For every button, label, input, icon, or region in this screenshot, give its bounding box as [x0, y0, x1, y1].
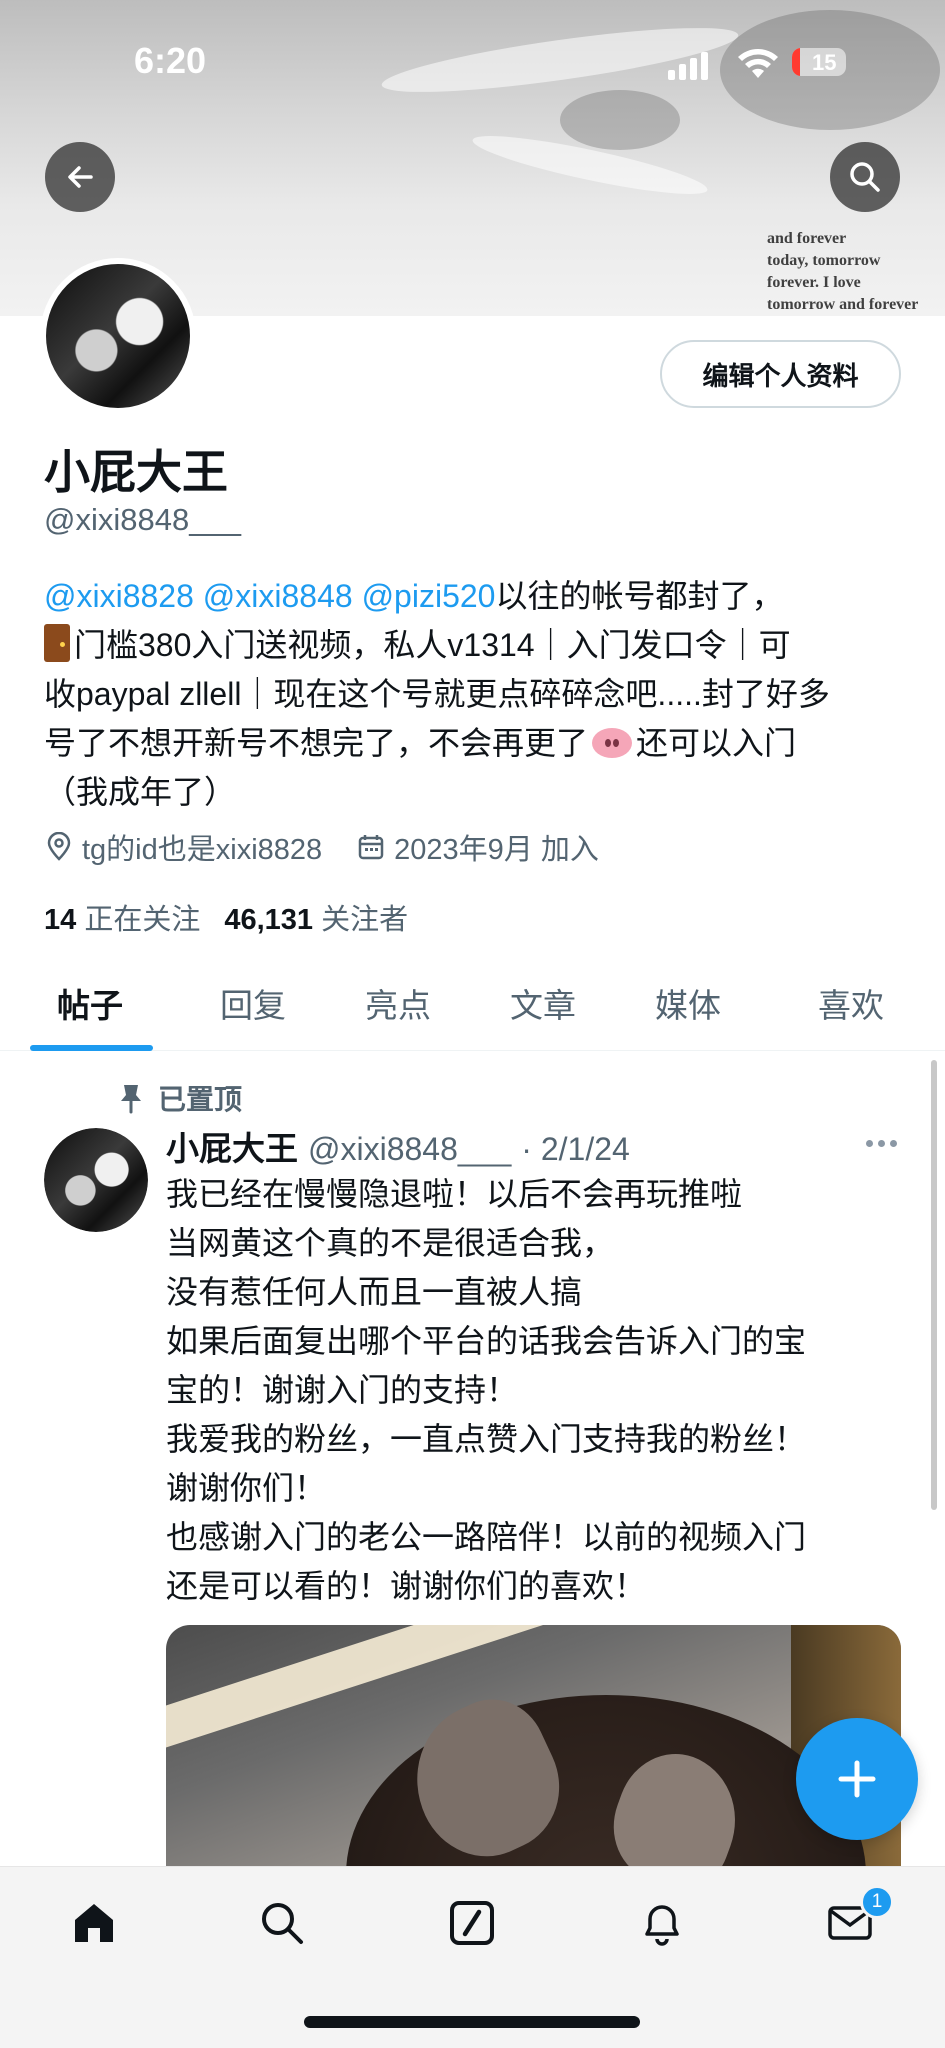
bio-text: 收paypal zllell｜现在这个号就更点碎碎念吧.....封了好多: [44, 676, 830, 712]
bio-text: （我成年了）: [44, 774, 237, 810]
tweet-author-name[interactable]: 小屁大王: [166, 1122, 298, 1170]
profile-meta: tg的id也是xixi8828 2023年9月 加入: [44, 826, 633, 868]
tab-articles[interactable]: 文章: [510, 979, 576, 1027]
messages-badge: 1: [860, 1885, 894, 1919]
follow-stats: 14 正在关注 46,131 关注者: [44, 896, 408, 938]
profile-location: tg的id也是xixi8828: [82, 834, 323, 866]
banner-text: and forever today, tomorrow forever. I l…: [767, 230, 919, 313]
door-emoji-icon: [44, 624, 70, 662]
nav-compose[interactable]: [442, 1893, 502, 1953]
tweet-avatar[interactable]: [44, 1128, 148, 1232]
more-options-icon[interactable]: [866, 1140, 897, 1147]
bio-text: 号了不想开新号不想完了，不会再更了: [44, 725, 589, 761]
mention-link[interactable]: @xixi8848: [203, 578, 353, 614]
home-indicator[interactable]: [304, 2016, 640, 2028]
scrollbar[interactable]: [931, 1060, 937, 1510]
pinned-indicator: 已置顶: [118, 1078, 242, 1118]
bell-icon: [645, 1905, 679, 1946]
pig-nose-emoji-icon: [592, 728, 633, 758]
status-bar: 6:20 15: [0, 0, 945, 130]
pin-icon: [121, 1085, 141, 1114]
compose-icon: [450, 1901, 494, 1945]
bio-text: 还可以入门: [636, 725, 797, 761]
profile-handle: @xixi8848___: [44, 502, 241, 537]
search-icon: [262, 1903, 303, 1944]
following-link[interactable]: 14 正在关注: [44, 896, 200, 938]
tweet-header: 小屁大王 @xixi8848___ · 2/1/24: [166, 1122, 630, 1170]
compose-fab-button[interactable]: [796, 1718, 918, 1840]
bio-text: 以往的帐号都封了，: [495, 578, 784, 614]
battery-percent: 15: [812, 50, 837, 75]
edit-profile-button[interactable]: 编辑个人资料: [660, 340, 901, 408]
profile-bio: @xixi8828 @xixi8848 @pizi520以往的帐号都封了， 门槛…: [44, 572, 914, 817]
tweet-text[interactable]: 我已经在慢慢隐退啦！以后不会再玩推啦 当网黄这个真的不是很适合我， 没有惹任何人…: [166, 1170, 906, 1611]
search-button[interactable]: [830, 142, 900, 212]
battery-icon: 15: [792, 48, 846, 76]
home-icon: [75, 1904, 113, 1942]
tab-likes[interactable]: 喜欢: [818, 979, 884, 1027]
tab-posts[interactable]: 帖子: [57, 979, 123, 1027]
search-icon: [850, 162, 880, 192]
tweet-date[interactable]: · 2/1/24: [521, 1131, 630, 1168]
profile-joined: 2023年9月 加入: [394, 834, 599, 866]
location-pin-icon: [47, 832, 71, 861]
back-button[interactable]: [45, 142, 115, 212]
profile-avatar[interactable]: [40, 258, 196, 414]
mention-link[interactable]: @pizi520: [362, 578, 496, 614]
nav-notifications[interactable]: [632, 1893, 692, 1953]
tab-highlights[interactable]: 亮点: [365, 979, 431, 1027]
nav-search[interactable]: [252, 1893, 312, 1953]
cellular-signal-icon: [668, 52, 708, 80]
followers-link[interactable]: 46,131 关注者: [224, 896, 408, 938]
tab-replies[interactable]: 回复: [220, 979, 286, 1027]
active-tab-indicator: [30, 1045, 153, 1051]
arrow-left-icon: [68, 166, 93, 188]
status-time: 6:20: [134, 40, 207, 81]
calendar-icon: [358, 835, 384, 860]
profile-name: 小屁大王: [44, 446, 228, 498]
nav-home[interactable]: [64, 1893, 124, 1953]
wifi-icon: [738, 49, 778, 78]
bio-text: 门槛380入门送视频，私人v1314｜入门发口令｜可: [74, 627, 791, 663]
tab-media[interactable]: 媒体: [655, 979, 721, 1027]
mention-link[interactable]: @xixi8828: [44, 578, 194, 614]
tweet-author-handle[interactable]: @xixi8848___: [308, 1131, 511, 1168]
plus-icon: [838, 1760, 876, 1798]
profile-tabs: 帖子 回复 亮点 文章 媒体 喜欢: [0, 965, 945, 1051]
